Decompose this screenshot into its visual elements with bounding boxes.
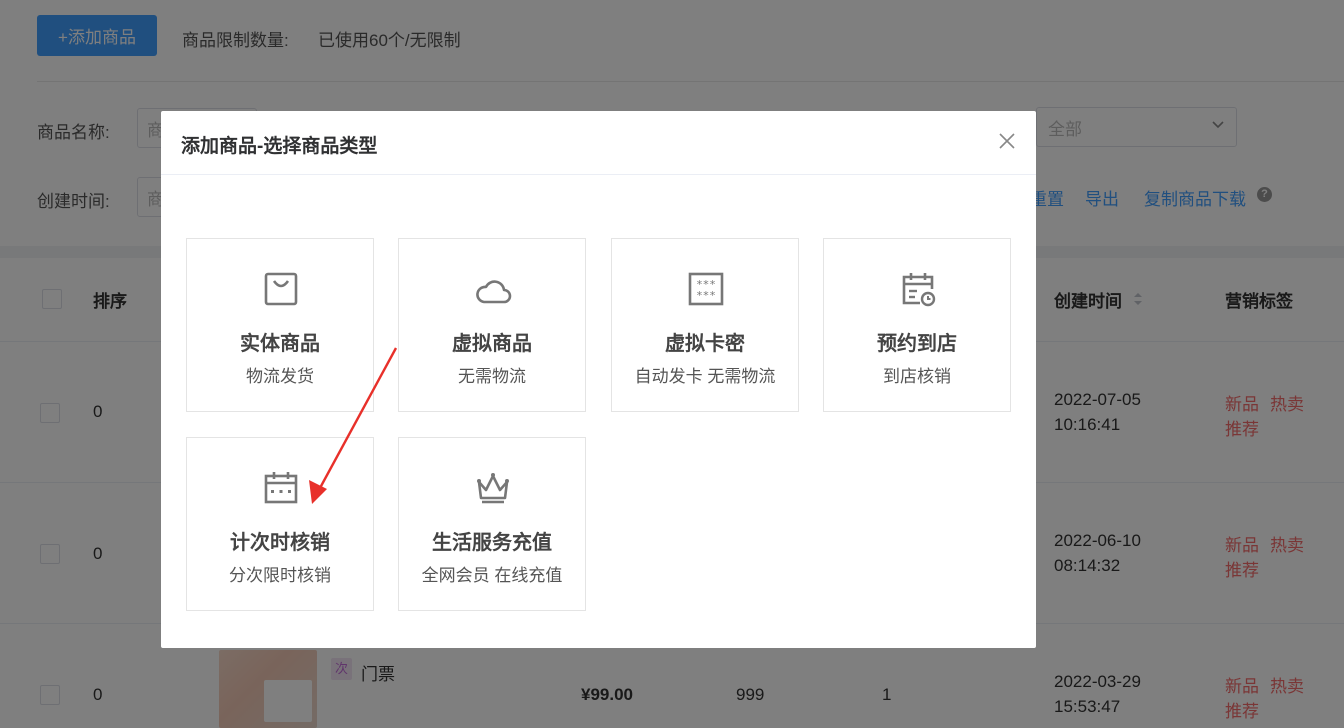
card-virtual-card-code[interactable]: *** *** 虚拟卡密 自动发卡 无需物流: [611, 238, 799, 412]
dialog-divider: [161, 174, 1036, 175]
card-timed-redemption[interactable]: 计次时核销 分次限时核销: [186, 437, 374, 611]
card-life-service-recharge[interactable]: 生活服务充值 全网会员 在线充值: [398, 437, 586, 611]
close-icon[interactable]: [998, 132, 1016, 150]
crown-icon: [477, 473, 509, 504]
calendar-clock-icon: [902, 273, 936, 307]
select-product-type-dialog: 添加商品-选择商品类型 实体商品 物流发货 虚拟商品 无需物流 *** *** …: [161, 111, 1036, 648]
card-title: 计次时核销: [230, 532, 330, 554]
card-title: 实体商品: [240, 333, 320, 355]
card-subtitle: 全网会员 在线充值: [421, 566, 563, 585]
card-code-icon: *** ***: [688, 272, 724, 306]
card-appointment[interactable]: 预约到店 到店核销: [823, 238, 1011, 412]
card-physical-product[interactable]: 实体商品 物流发货: [186, 238, 374, 412]
calendar-icon: [264, 472, 298, 504]
card-subtitle: 到店核销: [883, 367, 951, 386]
shopping-bag-icon: [264, 272, 298, 306]
cloud-icon: [476, 280, 512, 304]
svg-text:***: ***: [696, 289, 716, 302]
card-subtitle: 无需物流: [458, 367, 526, 386]
card-title: 预约到店: [877, 333, 957, 355]
card-subtitle: 自动发卡 无需物流: [634, 367, 776, 386]
dialog-title: 添加商品-选择商品类型: [181, 136, 378, 157]
card-subtitle: 分次限时核销: [229, 566, 331, 585]
card-title: 生活服务充值: [432, 532, 552, 554]
card-virtual-product[interactable]: 虚拟商品 无需物流: [398, 238, 586, 412]
card-subtitle: 物流发货: [246, 367, 314, 386]
card-title: 虚拟商品: [452, 333, 532, 355]
card-title: 虚拟卡密: [665, 333, 745, 355]
